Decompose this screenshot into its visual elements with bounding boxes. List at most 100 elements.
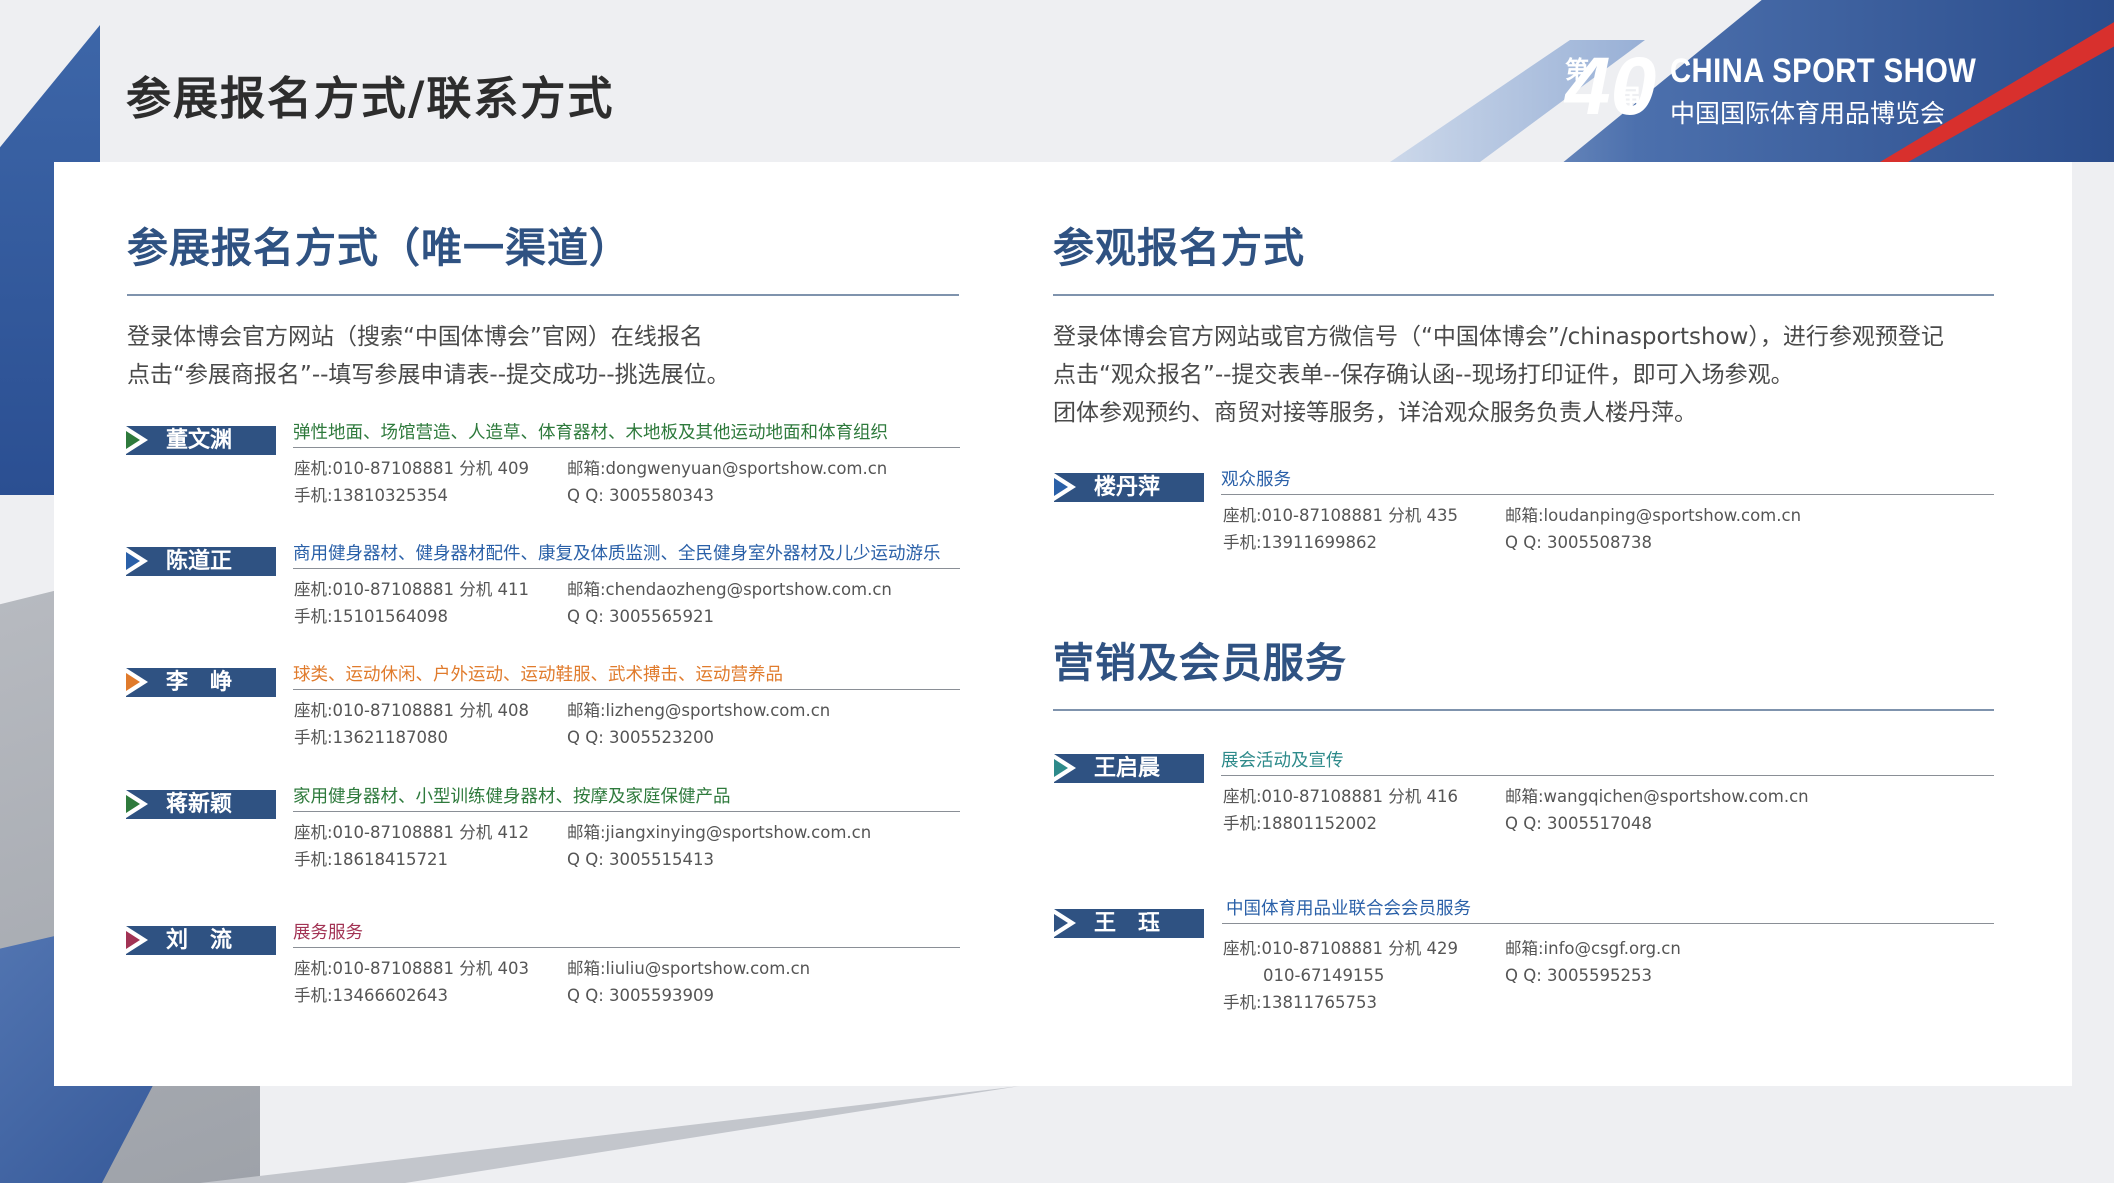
- contact-name: 李 峥: [166, 670, 233, 695]
- contact-category: 家用健身器材、小型训练健身器材、按摩及家庭保健产品: [293, 787, 731, 807]
- category-divider: [293, 811, 960, 812]
- exhibit-section-divider: [127, 294, 959, 296]
- marketing-section-title: 营销及会员服务: [1053, 639, 1347, 687]
- contact-qq: Q Q: 3005515413: [567, 850, 715, 869]
- visitor-intro: 登录体博会官方网站或官方微信号（“中国体博会”/chinasportshow），…: [1053, 318, 1994, 432]
- category-divider: [1222, 923, 1994, 924]
- contact-name: 王 珏: [1094, 911, 1161, 936]
- arrow-inner-icon: [126, 431, 140, 449]
- category-divider: [293, 447, 960, 448]
- exhibit-intro-line: 点击“参展商报名”--填写参展申请表--提交成功--挑选展位。: [127, 362, 730, 388]
- contact-mobile: 手机:13810325354: [294, 486, 449, 505]
- contact-qq: Q Q: 3005595253: [1505, 966, 1653, 985]
- category-divider: [293, 689, 960, 690]
- name-tag: 刘 流: [126, 926, 276, 955]
- contact-name: 董文渊: [166, 428, 233, 453]
- contact-category: 展会活动及宣传: [1221, 751, 1344, 771]
- logo-char-di: 第: [1565, 56, 1589, 84]
- contact-qq: Q Q: 3005523200: [567, 728, 715, 747]
- logo: 40 第 届 CHINA SPORT SHOW 中国国际体育用品博览会: [1565, 42, 1976, 138]
- name-tag: 陈道正: [126, 547, 276, 576]
- contact-qq: Q Q: 3005565921: [567, 607, 715, 626]
- exhibit-section-title: 参展报名方式（唯一渠道）: [127, 224, 631, 272]
- contact-card: 刘 流 展务服务 座机:010-87108881 分机 403 手机:13466…: [126, 921, 960, 1031]
- visitor-intro-line: 团体参观预约、商贸对接等服务，详洽观众服务负责人楼丹萍。: [1053, 400, 1697, 426]
- name-tag: 蒋新颖: [126, 790, 276, 819]
- contact-category: 弹性地面、场馆营造、人造草、体育器材、木地板及其他运动地面和体育组织: [293, 423, 888, 443]
- arrow-inner-icon: [126, 673, 140, 691]
- contact-name: 蒋新颖: [166, 792, 233, 817]
- contact-email: 邮箱:jiangxinying@sportshow.com.cn: [567, 823, 872, 842]
- logo-name-cn: 中国国际体育用品博览会: [1670, 99, 1946, 128]
- contact-phone: 座机:010-87108881 分机 429: [1223, 939, 1458, 958]
- marketing-section-divider: [1053, 709, 1994, 711]
- category-divider: [293, 947, 960, 948]
- contact-category: 球类、运动休闲、户外运动、运动鞋服、武术搏击、运动营养品: [293, 665, 783, 685]
- contact-phone: 座机:010-87108881 分机 411: [294, 580, 529, 599]
- contact-category: 展务服务: [293, 923, 363, 943]
- contact-email: 邮箱:lizheng@sportshow.com.cn: [567, 701, 831, 720]
- arrow-inner-icon: [126, 931, 140, 949]
- contact-category: 观众服务: [1221, 470, 1291, 490]
- contact-mobile: 手机:13466602643: [294, 986, 449, 1005]
- logo-char-jie: 届: [1617, 84, 1641, 112]
- category-divider: [1221, 494, 1994, 495]
- contact-mobile: 手机:18618415721: [294, 850, 449, 869]
- contact-category: 商用健身器材、健身器材配件、康复及体质监测、全民健身室外器材及儿少运动游乐: [293, 544, 941, 564]
- visitor-intro-line: 点击“观众报名”--提交表单--保存确认函--现场打印证件，即可入场参观。: [1053, 362, 1794, 388]
- contact-card: 蒋新颖 家用健身器材、小型训练健身器材、按摩及家庭保健产品 座机:010-871…: [126, 785, 960, 895]
- visitor-section-divider: [1053, 294, 1994, 296]
- contact-mobile: 手机:13911699862: [1223, 533, 1378, 552]
- arrow-inner-icon: [1054, 478, 1068, 496]
- category-divider: [1221, 775, 1994, 776]
- contact-name: 王启晨: [1094, 756, 1161, 781]
- arrow-inner-icon: [126, 552, 140, 570]
- contact-email: 邮箱:dongwenyuan@sportshow.com.cn: [567, 459, 888, 478]
- contact-category: 中国体育用品业联合会会员服务: [1226, 899, 1471, 919]
- contact-card: 陈道正 商用健身器材、健身器材配件、康复及体质监测、全民健身室外器材及儿少运动游…: [126, 542, 960, 652]
- contact-qq: Q Q: 3005517048: [1505, 814, 1653, 833]
- contact-card: 董文渊 弹性地面、场馆营造、人造草、体育器材、木地板及其他运动地面和体育组织 座…: [126, 421, 960, 531]
- contact-name: 陈道正: [166, 549, 233, 574]
- contact-qq: Q Q: 3005593909: [567, 986, 715, 1005]
- exhibit-intro: 登录体博会官方网站（搜索“中国体博会”官网）在线报名 点击“参展商报名”--填写…: [127, 318, 959, 394]
- contact-mobile: 手机:13811765753: [1223, 993, 1378, 1012]
- contact-mobile: 手机:15101564098: [294, 607, 449, 626]
- contact-qq: Q Q: 3005508738: [1505, 533, 1653, 552]
- page-title: 参展报名方式/联系方式: [126, 72, 615, 125]
- category-divider: [293, 568, 960, 569]
- contact-mobile: 手机:13621187080: [294, 728, 449, 747]
- marketing-section: 营销及会员服务: [1053, 629, 1994, 711]
- contact-phone: 座机:010-87108881 分机 403: [294, 959, 529, 978]
- contact-name: 楼丹萍: [1094, 475, 1161, 500]
- visitor-section: 参观报名方式 登录体博会官方网站或官方微信号（“中国体博会”/chinaspor…: [1053, 214, 1994, 432]
- contact-phone: 座机:010-87108881 分机 416: [1223, 787, 1458, 806]
- logo-name-en: CHINA SPORT SHOW: [1670, 52, 1977, 90]
- contact-phone: 座机:010-87108881 分机 408: [294, 701, 529, 720]
- name-tag: 王 珏: [1054, 909, 1204, 938]
- contact-name: 刘 流: [166, 928, 233, 953]
- arrow-inner-icon: [1054, 914, 1068, 932]
- decor-bottom-gray-shape: [200, 1086, 1020, 1183]
- arrow-inner-icon: [1054, 759, 1068, 777]
- arrow-inner-icon: [126, 795, 140, 813]
- name-tag: 楼丹萍: [1054, 473, 1204, 502]
- contact-card: 王启晨 展会活动及宣传 座机:010-87108881 分机 416 手机:18…: [1054, 749, 1994, 859]
- visitor-intro-line: 登录体博会官方网站或官方微信号（“中国体博会”/chinasportshow），…: [1053, 324, 1944, 350]
- contact-email: 邮箱:chendaozheng@sportshow.com.cn: [567, 580, 892, 599]
- contact-phone: 座机:010-87108881 分机 412: [294, 823, 529, 842]
- contact-card: 李 峥 球类、运动休闲、户外运动、运动鞋服、武术搏击、运动营养品 座机:010-…: [126, 663, 960, 773]
- visitor-section-title: 参观报名方式: [1053, 224, 1305, 272]
- contact-card: 楼丹萍 观众服务 座机:010-87108881 分机 435 手机:13911…: [1054, 468, 1994, 578]
- contact-mobile: 手机:18801152002: [1223, 814, 1378, 833]
- exhibit-section: 参展报名方式（唯一渠道） 登录体博会官方网站（搜索“中国体博会”官网）在线报名 …: [127, 214, 959, 394]
- exhibit-intro-line: 登录体博会官方网站（搜索“中国体博会”官网）在线报名: [127, 324, 703, 350]
- name-tag: 李 峥: [126, 668, 276, 697]
- contact-qq: Q Q: 3005580343: [567, 486, 715, 505]
- contact-phone: 座机:010-87108881 分机 435: [1223, 506, 1458, 525]
- contact-phone: 座机:010-87108881 分机 409: [294, 459, 529, 478]
- name-tag: 董文渊: [126, 426, 276, 455]
- contact-phone-2: 010-67149155: [1263, 966, 1385, 985]
- name-tag: 王启晨: [1054, 754, 1204, 783]
- contact-email: 邮箱:info@csgf.org.cn: [1505, 939, 1681, 958]
